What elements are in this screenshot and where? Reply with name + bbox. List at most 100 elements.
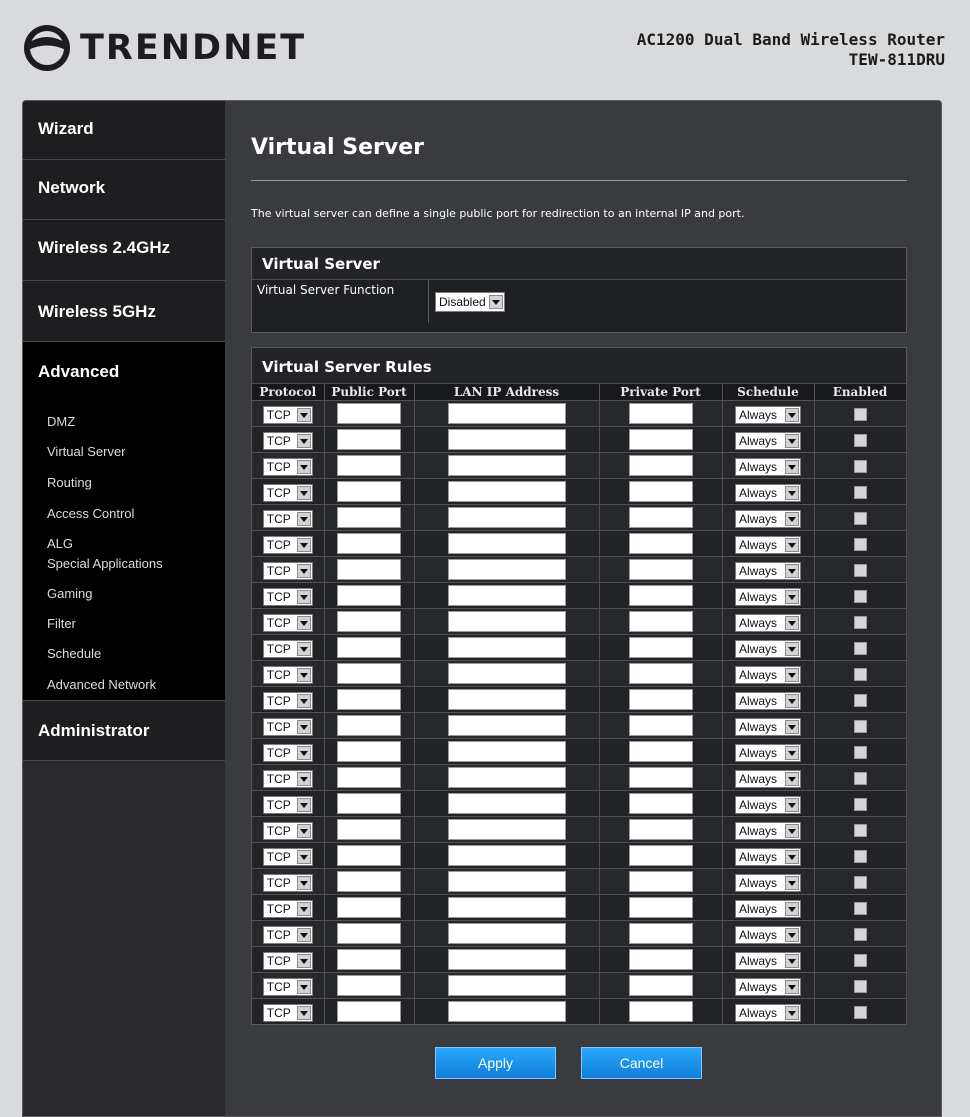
lan-ip-input[interactable] [447, 871, 566, 892]
private-port-input[interactable] [628, 845, 693, 866]
sub-item-special-applications[interactable]: Special Applications [23, 556, 225, 571]
protocol-select[interactable]: TCP [262, 561, 313, 580]
private-port-input[interactable] [628, 1001, 693, 1022]
enabled-checkbox[interactable] [853, 850, 867, 863]
private-port-input[interactable] [628, 481, 693, 502]
protocol-select[interactable]: TCP [262, 873, 313, 892]
enabled-checkbox[interactable] [853, 408, 867, 421]
public-port-input[interactable] [337, 819, 401, 840]
enabled-checkbox[interactable] [853, 798, 867, 811]
public-port-input[interactable] [337, 637, 401, 658]
public-port-input[interactable] [337, 689, 401, 710]
enabled-checkbox[interactable] [853, 772, 867, 785]
private-port-input[interactable] [628, 533, 693, 554]
protocol-select[interactable]: TCP [262, 899, 313, 918]
schedule-select[interactable]: Always [735, 847, 801, 866]
sub-item-alg[interactable]: ALG [23, 536, 225, 551]
public-port-input[interactable] [337, 455, 401, 476]
schedule-select[interactable]: Always [735, 717, 801, 736]
lan-ip-input[interactable] [447, 403, 566, 424]
enabled-checkbox[interactable] [853, 720, 867, 733]
protocol-select[interactable]: TCP [262, 769, 313, 788]
public-port-input[interactable] [337, 481, 401, 502]
public-port-input[interactable] [337, 1001, 401, 1022]
private-port-input[interactable] [628, 403, 693, 424]
enabled-checkbox[interactable] [853, 876, 867, 889]
lan-ip-input[interactable] [447, 715, 566, 736]
protocol-select[interactable]: TCP [262, 405, 313, 424]
enabled-checkbox[interactable] [853, 1006, 867, 1019]
lan-ip-input[interactable] [447, 585, 566, 606]
private-port-input[interactable] [628, 923, 693, 944]
public-port-input[interactable] [337, 715, 401, 736]
enabled-checkbox[interactable] [853, 824, 867, 837]
protocol-select[interactable]: TCP [262, 847, 313, 866]
lan-ip-input[interactable] [447, 663, 566, 684]
lan-ip-input[interactable] [447, 611, 566, 632]
public-port-input[interactable] [337, 949, 401, 970]
lan-ip-input[interactable] [447, 949, 566, 970]
public-port-input[interactable] [337, 559, 401, 580]
protocol-select[interactable]: TCP [262, 717, 313, 736]
public-port-input[interactable] [337, 767, 401, 788]
lan-ip-input[interactable] [447, 533, 566, 554]
private-port-input[interactable] [628, 793, 693, 814]
public-port-input[interactable] [337, 871, 401, 892]
protocol-select[interactable]: TCP [262, 821, 313, 840]
cancel-button[interactable]: Cancel [581, 1047, 702, 1079]
lan-ip-input[interactable] [447, 975, 566, 996]
sub-item-virtual-server[interactable]: Virtual Server [23, 444, 225, 459]
public-port-input[interactable] [337, 507, 401, 528]
vs-function-select[interactable]: Disabled [435, 291, 505, 312]
public-port-input[interactable] [337, 923, 401, 944]
enabled-checkbox[interactable] [853, 694, 867, 707]
enabled-checkbox[interactable] [853, 980, 867, 993]
enabled-checkbox[interactable] [853, 746, 867, 759]
protocol-select[interactable]: TCP [262, 509, 313, 528]
public-port-input[interactable] [337, 975, 401, 996]
enabled-checkbox[interactable] [853, 486, 867, 499]
private-port-input[interactable] [628, 715, 693, 736]
public-port-input[interactable] [337, 663, 401, 684]
protocol-select[interactable]: TCP [262, 457, 313, 476]
schedule-select[interactable]: Always [735, 795, 801, 814]
public-port-input[interactable] [337, 897, 401, 918]
nav-item-wizard[interactable]: Wizard [23, 101, 225, 160]
lan-ip-input[interactable] [447, 819, 566, 840]
public-port-input[interactable] [337, 585, 401, 606]
schedule-select[interactable]: Always [735, 639, 801, 658]
lan-ip-input[interactable] [447, 923, 566, 944]
private-port-input[interactable] [628, 949, 693, 970]
private-port-input[interactable] [628, 585, 693, 606]
schedule-select[interactable]: Always [735, 977, 801, 996]
schedule-select[interactable]: Always [735, 561, 801, 580]
schedule-select[interactable]: Always [735, 535, 801, 554]
schedule-select[interactable]: Always [735, 899, 801, 918]
schedule-select[interactable]: Always [735, 821, 801, 840]
private-port-input[interactable] [628, 767, 693, 788]
private-port-input[interactable] [628, 897, 693, 918]
lan-ip-input[interactable] [447, 689, 566, 710]
public-port-input[interactable] [337, 793, 401, 814]
private-port-input[interactable] [628, 455, 693, 476]
schedule-select[interactable]: Always [735, 405, 801, 424]
enabled-checkbox[interactable] [853, 616, 867, 629]
lan-ip-input[interactable] [447, 455, 566, 476]
lan-ip-input[interactable] [447, 559, 566, 580]
lan-ip-input[interactable] [447, 767, 566, 788]
schedule-select[interactable]: Always [735, 665, 801, 684]
protocol-select[interactable]: TCP [262, 535, 313, 554]
private-port-input[interactable] [628, 741, 693, 762]
protocol-select[interactable]: TCP [262, 587, 313, 606]
protocol-select[interactable]: TCP [262, 639, 313, 658]
protocol-select[interactable]: TCP [262, 613, 313, 632]
lan-ip-input[interactable] [447, 793, 566, 814]
schedule-select[interactable]: Always [735, 509, 801, 528]
sub-item-gaming[interactable]: Gaming [23, 586, 225, 601]
private-port-input[interactable] [628, 507, 693, 528]
public-port-input[interactable] [337, 611, 401, 632]
sub-item-access-control[interactable]: Access Control [23, 506, 225, 521]
public-port-input[interactable] [337, 403, 401, 424]
schedule-select[interactable]: Always [735, 613, 801, 632]
private-port-input[interactable] [628, 819, 693, 840]
